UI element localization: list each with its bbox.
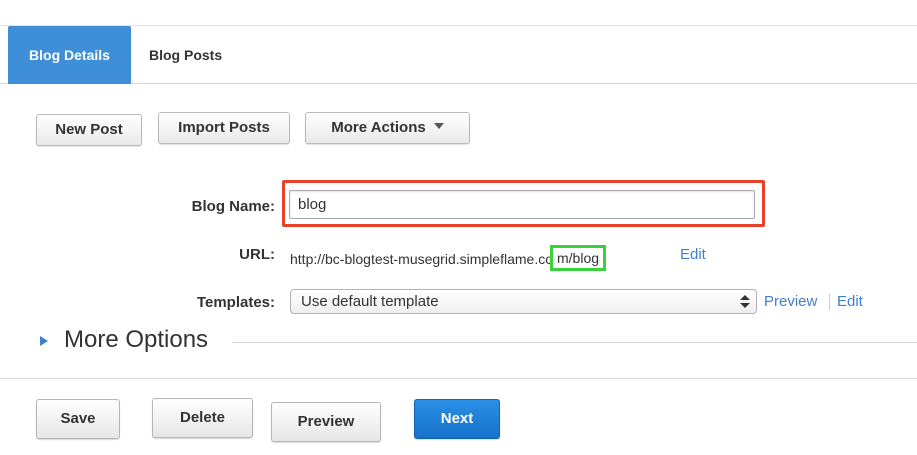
preview-button[interactable]: Preview [271, 402, 381, 442]
tab-blog-posts[interactable]: Blog Posts [137, 26, 234, 84]
more-actions-label: More Actions [331, 119, 426, 136]
blog-url: http://bc-blogtest-musegrid.simpleflame.… [290, 245, 607, 272]
new-post-button[interactable]: New Post [36, 114, 142, 146]
templates-label: Templates: [196, 294, 275, 311]
triangle-right-icon [40, 336, 48, 346]
footer-bar: Save Delete Preview Next [0, 378, 917, 455]
tab-bar: Blog Details Blog Posts [0, 26, 917, 84]
url-label: URL: [239, 246, 275, 263]
top-strip [0, 0, 917, 26]
blog-name-input[interactable] [289, 190, 755, 219]
more-actions-button[interactable]: More Actions [305, 112, 470, 144]
url-edit-link[interactable]: Edit [680, 246, 706, 263]
next-button[interactable]: Next [414, 399, 500, 439]
import-posts-button[interactable]: Import Posts [158, 112, 290, 144]
more-options-label: More Options [64, 326, 209, 353]
url-slug-highlight: m/blog [550, 245, 607, 271]
chevron-down-icon [433, 123, 444, 130]
templates-select[interactable]: Use default template [290, 289, 757, 314]
link-separator [829, 294, 830, 310]
tab-blog-details[interactable]: Blog Details [8, 26, 131, 84]
select-arrows-icon [740, 294, 750, 310]
blog-name-label: Blog Name: [191, 198, 275, 215]
templates-selected-value: Use default template [301, 293, 439, 310]
save-button[interactable]: Save [36, 399, 120, 439]
blog-settings-page: Blog Details Blog Posts New Post Import … [0, 0, 917, 455]
delete-button[interactable]: Delete [152, 398, 253, 438]
divider [232, 342, 917, 343]
url-base: http://bc-blogtest-musegrid.simpleflame.… [290, 251, 553, 267]
template-edit-link[interactable]: Edit [837, 293, 863, 310]
url-slug: m/blog [557, 250, 600, 266]
template-preview-link[interactable]: Preview [764, 293, 817, 310]
